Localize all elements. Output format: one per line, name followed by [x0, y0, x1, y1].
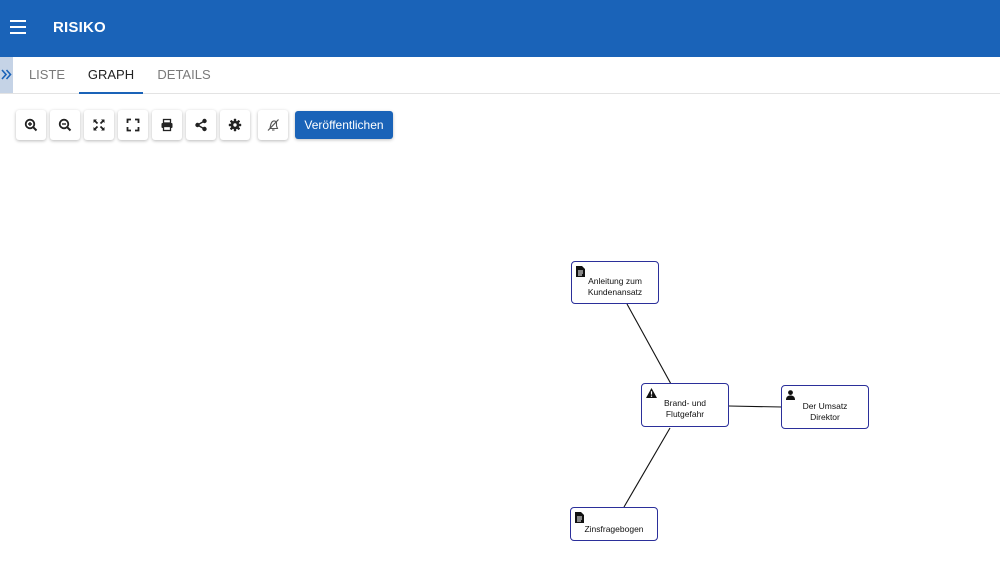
fit-view-icon	[93, 119, 105, 131]
zoom-in-button[interactable]	[16, 110, 46, 140]
menu-icon[interactable]	[10, 20, 26, 34]
node-label-line-2: Direktor	[810, 412, 840, 422]
fit-view-button[interactable]	[84, 110, 114, 140]
publish-button[interactable]: Veröffentlichen	[295, 111, 393, 139]
warning-icon	[646, 388, 657, 398]
tab-details[interactable]: DETAILS	[153, 57, 215, 93]
zoom-out-button[interactable]	[50, 110, 80, 140]
notifications-off-button[interactable]	[258, 110, 288, 140]
node-label-line-2: Flutgefahr	[665, 409, 705, 419]
notifications-off-icon	[267, 119, 279, 131]
node-label-line-1: Anleitung zum	[588, 276, 642, 286]
node-label-line-1: Brand- und	[663, 398, 707, 408]
zoom-in-icon	[24, 118, 38, 132]
graph-node-document[interactable]: Anleitung zum Kundenansatz	[571, 261, 659, 304]
node-label-line-2: Kundenansatz	[587, 287, 643, 297]
double-chevron-right-icon	[1, 69, 12, 80]
graph-node-risk[interactable]: Brand- und Flutgefahr	[641, 383, 729, 427]
edge-n2-n3	[728, 405, 783, 408]
tab-liste[interactable]: LISTE	[25, 57, 69, 93]
graph-node-person[interactable]: Der Umsatz Direktor	[781, 385, 869, 429]
edge-n1-n2	[626, 303, 672, 385]
graph-node-document[interactable]: Zinsfragebogen	[570, 507, 658, 541]
settings-icon	[228, 118, 242, 132]
person-icon	[786, 390, 795, 400]
zoom-out-icon	[58, 118, 72, 132]
settings-button[interactable]	[220, 110, 250, 140]
node-label-line-1: Zinsfragebogen	[584, 524, 644, 534]
sidebar-toggle-button[interactable]	[0, 57, 13, 93]
edge-n2-n4	[623, 427, 671, 508]
share-icon	[195, 118, 207, 132]
share-button[interactable]	[186, 110, 216, 140]
print-icon	[161, 118, 173, 132]
tab-bar: LISTE GRAPH DETAILS	[0, 57, 1000, 94]
fullscreen-icon	[126, 118, 140, 132]
app-title: RISIKO	[53, 19, 106, 36]
node-label-line-1: Der Umsatz	[802, 401, 848, 411]
print-button[interactable]	[152, 110, 182, 140]
document-icon	[575, 512, 584, 523]
tab-graph[interactable]: GRAPH	[79, 57, 143, 94]
app-bar: RISIKO	[0, 0, 1000, 57]
fullscreen-button[interactable]	[118, 110, 148, 140]
